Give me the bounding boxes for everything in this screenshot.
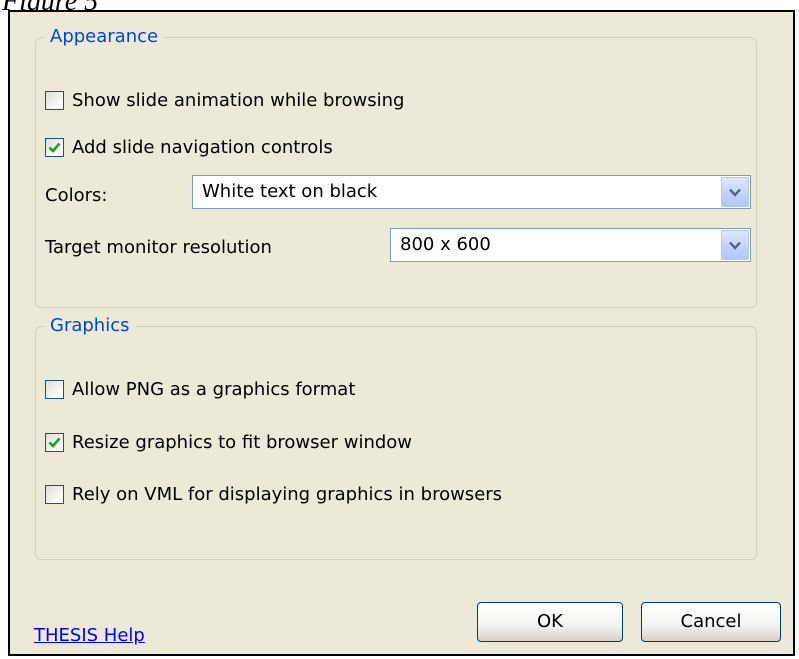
show-animation-checkbox[interactable] — [45, 90, 64, 110]
resolution-value: 800 x 600 — [400, 234, 491, 255]
ok-button[interactable]: OK — [477, 602, 623, 642]
add-navigation-option[interactable]: Add slide navigation controls — [45, 134, 333, 160]
colors-label: Colors: — [45, 185, 108, 206]
allow-png-label: Allow PNG as a graphics format — [72, 378, 356, 400]
checkmark-icon — [48, 142, 61, 153]
rely-vml-label: Rely on VML for displaying graphics in b… — [72, 483, 503, 505]
allow-png-option[interactable]: Allow PNG as a graphics format — [45, 376, 355, 402]
resize-graphics-label: Resize graphics to fit browser window — [72, 431, 413, 453]
cancel-button[interactable]: Cancel — [641, 602, 781, 642]
resolution-label: Target monitor resolution — [45, 237, 272, 258]
chevron-down-icon — [729, 241, 741, 250]
appearance-group: Appearance — [35, 25, 757, 308]
add-navigation-label: Add slide navigation controls — [72, 136, 333, 158]
rely-vml-checkbox[interactable] — [45, 484, 64, 504]
web-options-dialog: Appearance Show slide animation while br… — [8, 10, 795, 656]
rely-vml-option[interactable]: Rely on VML for displaying graphics in b… — [45, 481, 502, 507]
thesis-help-link[interactable]: THESIS Help — [34, 625, 145, 646]
show-animation-label: Show slide animation while browsing — [72, 89, 405, 111]
colors-value: White text on black — [202, 181, 378, 202]
colors-select[interactable]: White text on black — [192, 175, 751, 209]
resize-graphics-option[interactable]: Resize graphics to fit browser window — [45, 429, 412, 455]
appearance-legend: Appearance — [44, 25, 165, 49]
allow-png-checkbox[interactable] — [45, 379, 64, 399]
chevron-down-icon — [729, 188, 741, 197]
resolution-select[interactable]: 800 x 600 — [390, 228, 751, 262]
add-navigation-checkbox[interactable] — [45, 137, 64, 157]
graphics-legend: Graphics — [44, 314, 136, 338]
colors-dropdown-button[interactable] — [721, 177, 749, 207]
checkmark-icon — [48, 437, 61, 448]
show-animation-option[interactable]: Show slide animation while browsing — [45, 87, 404, 113]
resolution-dropdown-button[interactable] — [721, 230, 749, 260]
resize-graphics-checkbox[interactable] — [45, 432, 64, 452]
